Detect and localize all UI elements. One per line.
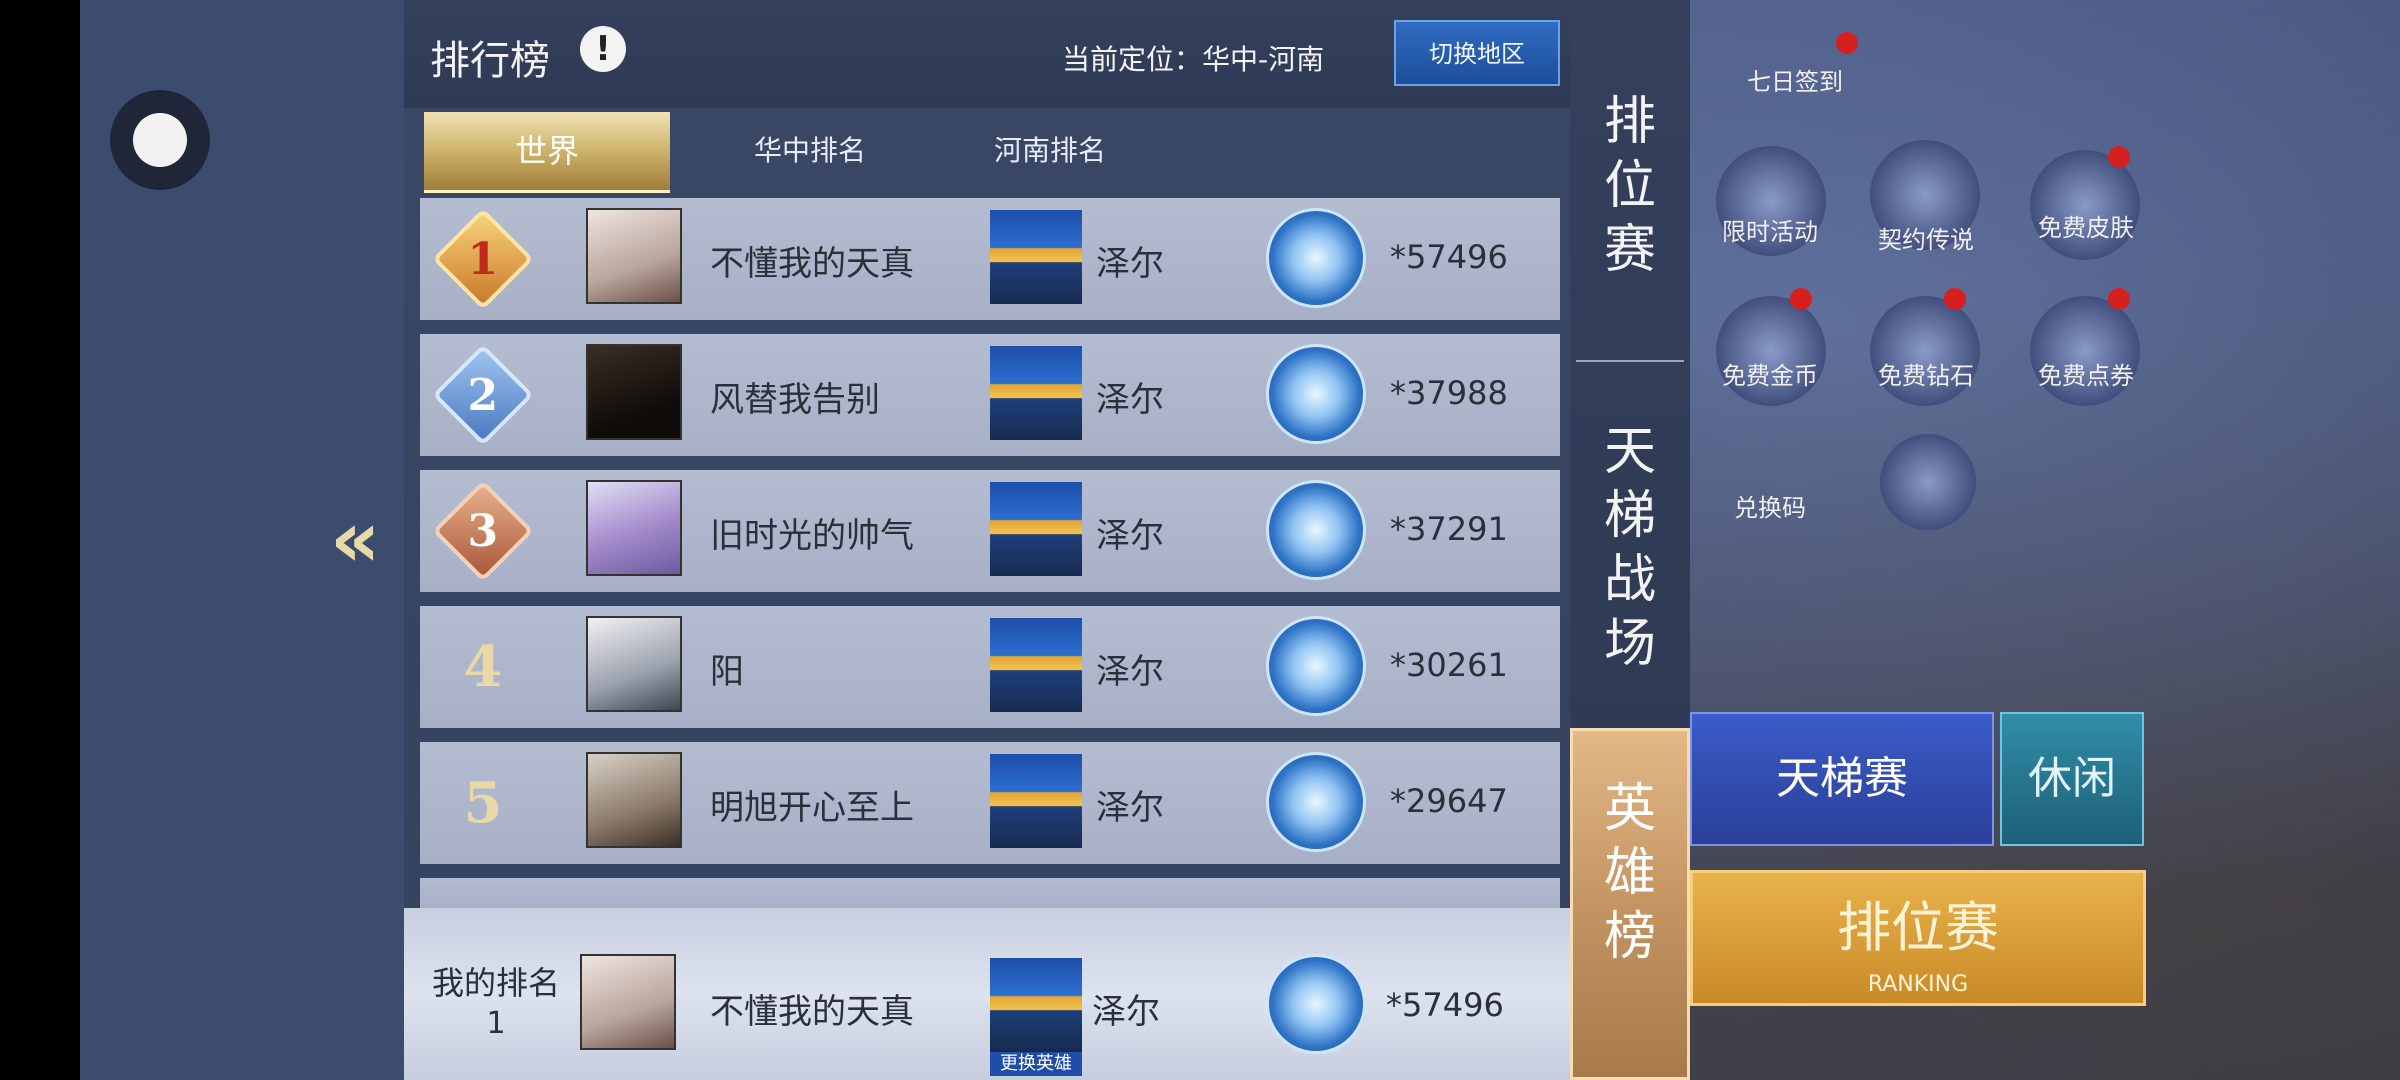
leisure-button[interactable]: 休闲 xyxy=(2000,712,2144,846)
switch-region-button[interactable]: 切换地区 xyxy=(1394,20,1560,86)
location-label: 当前定位：华中-河南 xyxy=(1062,43,1325,76)
tab-central-china[interactable]: 华中排名 xyxy=(710,112,910,190)
table-row[interactable]: 4 阳 泽尔 *30261 xyxy=(420,606,1560,728)
score-value: *37988 xyxy=(1390,374,1508,412)
hero-name: 泽尔 xyxy=(1096,244,1164,284)
hero-portrait xyxy=(990,754,1082,848)
tab-ranked-label: 排位赛 xyxy=(1603,92,1656,280)
divider xyxy=(1576,360,1684,362)
bg-redeem-code[interactable]: 兑换码 xyxy=(1700,488,1840,523)
table-row[interactable]: 2 风替我告别 泽尔 *37988 xyxy=(420,334,1560,456)
record-button[interactable] xyxy=(110,90,210,190)
category-tabs: 排位赛 天梯战场 英雄榜 xyxy=(1570,0,1690,1080)
score-gem-icon xyxy=(1266,480,1366,580)
tab-ladder-label: 天梯战场 xyxy=(1603,422,1656,674)
notification-dot xyxy=(1790,288,1812,310)
hero-portrait xyxy=(990,210,1082,304)
avatar xyxy=(586,616,682,712)
my-rank-number: 1 xyxy=(486,1006,506,1041)
score-value: *37291 xyxy=(1390,510,1508,548)
bg-contract-legend[interactable]: 契约传说 xyxy=(1856,220,1996,255)
table-row[interactable]: 1 不懂我的天真 泽尔 *57496 xyxy=(420,198,1560,320)
table-row[interactable]: 3 旧时光的帅气 泽尔 *37291 xyxy=(420,470,1560,592)
panel-header: 排行榜 ! 当前定位：华中-河南 切换地区 xyxy=(404,0,1570,108)
score-gem-icon xyxy=(1266,954,1366,1054)
tab-world[interactable]: 世界 xyxy=(424,112,670,193)
notification-dot xyxy=(2108,288,2130,310)
score-gem-icon xyxy=(1266,752,1366,852)
player-name: 明旭开心至上 xyxy=(710,788,914,828)
player-name: 旧时光的帅气 xyxy=(710,516,914,556)
tab-hero-ranking-label: 英雄榜 xyxy=(1603,779,1656,967)
score-value: *57496 xyxy=(1386,986,1504,1024)
score-gem-icon xyxy=(1266,344,1366,444)
bg-free-voucher[interactable]: 免费点券 xyxy=(2016,356,2156,391)
table-row[interactable]: 5 明旭开心至上 泽尔 *29647 xyxy=(420,742,1560,864)
my-rank-row: 我的排名 1 不懂我的天真 更换英雄 泽尔 *57496 xyxy=(404,908,1570,1080)
score-gem-icon xyxy=(1266,208,1366,308)
player-name: 不懂我的天真 xyxy=(710,244,914,284)
rank-number: 4 xyxy=(463,634,503,700)
score-value: *29647 xyxy=(1390,782,1508,820)
tab-henan[interactable]: 河南排名 xyxy=(950,112,1150,190)
hero-name: 泽尔 xyxy=(1096,516,1164,556)
hero-name: 泽尔 xyxy=(1092,992,1160,1032)
hero-portrait xyxy=(990,618,1082,712)
notification-dot xyxy=(1836,32,1858,54)
avatar xyxy=(586,344,682,440)
bg-free-skin[interactable]: 免费皮肤 xyxy=(2016,208,2156,243)
ranking-button-label: 排位赛 xyxy=(1837,896,1999,959)
hero-name: 泽尔 xyxy=(1096,380,1164,420)
rank-badge-gold: 1 xyxy=(432,208,534,310)
player-name: 阳 xyxy=(710,652,744,692)
player-name: 风替我告别 xyxy=(710,380,880,420)
avatar xyxy=(586,480,682,576)
change-hero-button[interactable]: 更换英雄 xyxy=(990,1052,1082,1076)
player-name: 不懂我的天真 xyxy=(710,992,914,1032)
ranking-tabs: 世界 华中排名 河南排名 xyxy=(420,112,1554,193)
hero-portrait[interactable] xyxy=(990,958,1082,1052)
hero-portrait xyxy=(990,346,1082,440)
rank-badge-silver: 2 xyxy=(432,344,534,446)
score-value: *57496 xyxy=(1390,238,1508,276)
score-value: *30261 xyxy=(1390,646,1508,684)
hero-name: 泽尔 xyxy=(1096,788,1164,828)
score-gem-icon xyxy=(1266,616,1366,716)
table-row[interactable] xyxy=(420,878,1560,908)
notification-dot xyxy=(2108,146,2130,168)
info-icon[interactable]: ! xyxy=(580,26,626,72)
tab-ranked[interactable]: 排位赛 xyxy=(1570,90,1690,282)
back-chevron-icon[interactable]: « xyxy=(330,500,390,580)
bg-daily-signin[interactable]: 七日签到 xyxy=(1730,62,1860,97)
ranking-button-sub: RANKING xyxy=(1867,972,1969,997)
bg-limited-event[interactable]: 限时活动 xyxy=(1700,212,1840,247)
avatar xyxy=(586,208,682,304)
tab-ladder[interactable]: 天梯战场 xyxy=(1570,420,1690,676)
rank-number: 5 xyxy=(463,770,503,836)
hero-name: 泽尔 xyxy=(1096,652,1164,692)
peak-button[interactable]: 天梯赛 xyxy=(1690,712,1994,846)
page-title: 排行榜 xyxy=(430,38,550,84)
ranking-button[interactable]: 排位赛 RANKING xyxy=(1690,870,2146,1006)
sound-icon[interactable] xyxy=(1880,434,1976,530)
avatar xyxy=(586,752,682,848)
bg-free-coin[interactable]: 免费金币 xyxy=(1700,356,1840,391)
hero-portrait xyxy=(990,482,1082,576)
record-icon xyxy=(133,113,187,167)
bg-free-diamond[interactable]: 免费钻石 xyxy=(1856,356,1996,391)
rank-badge-bronze: 3 xyxy=(432,480,534,582)
ranking-panel: 排行榜 ! 当前定位：华中-河南 切换地区 世界 华中排名 河南排名 1 不懂我… xyxy=(404,0,1570,1080)
my-rank-label: 我的排名 xyxy=(431,964,560,1002)
tab-hero-ranking[interactable]: 英雄榜 xyxy=(1570,728,1690,1080)
avatar xyxy=(580,954,676,1050)
notification-dot xyxy=(1944,288,1966,310)
